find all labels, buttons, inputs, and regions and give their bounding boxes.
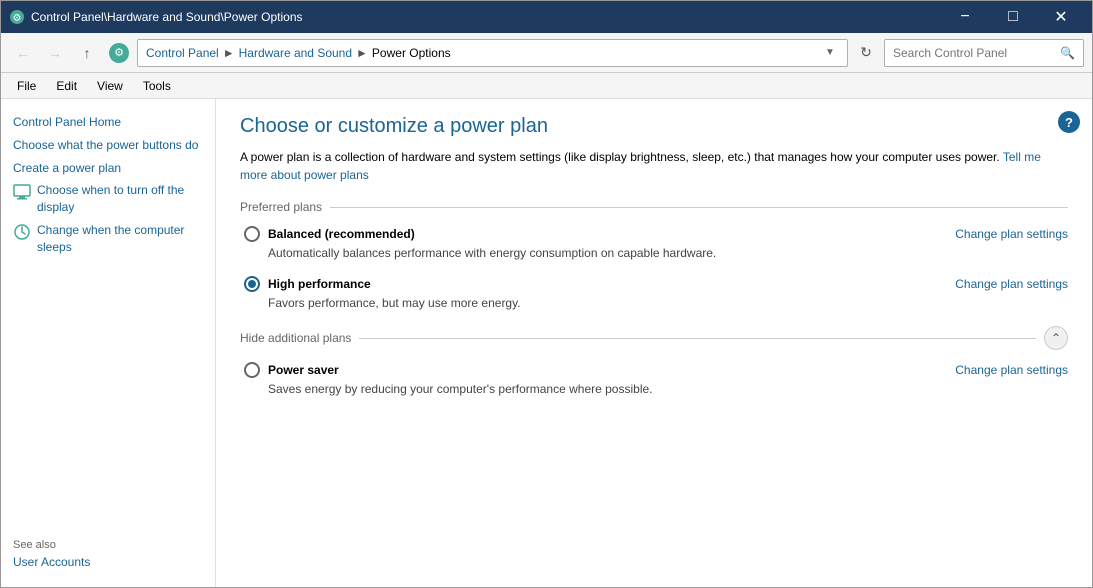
plan-high-left: High performance — [244, 276, 371, 292]
search-icon: 🔍 — [1060, 46, 1075, 60]
change-balanced-link[interactable]: Change plan settings — [955, 227, 1068, 241]
minimize-button[interactable]: − — [942, 1, 988, 33]
search-box: 🔍 — [884, 39, 1084, 67]
sidebar-link-label: Choose when to turn off the display — [37, 182, 203, 216]
address-bar: ← → ↑ ⚙ Control Panel ► Hardware and Sou… — [1, 33, 1092, 73]
refresh-button[interactable]: ↻ — [852, 39, 880, 67]
menu-bar: File Edit View Tools — [1, 73, 1092, 99]
location-icon: ⚙ — [109, 43, 129, 63]
up-button[interactable]: ↑ — [73, 39, 101, 67]
svg-text:⚙: ⚙ — [13, 13, 22, 24]
close-button[interactable]: ✕ — [1038, 1, 1084, 33]
menu-edit[interactable]: Edit — [48, 77, 85, 95]
plan-high-header: High performance Change plan settings — [244, 276, 1068, 292]
maximize-button[interactable]: □ — [990, 1, 1036, 33]
menu-tools[interactable]: Tools — [135, 77, 179, 95]
menu-view[interactable]: View — [89, 77, 131, 95]
radio-power-saver[interactable] — [244, 362, 260, 378]
window: ⚙ Control Panel\Hardware and Sound\Power… — [0, 0, 1093, 588]
sidebar-link-label: Change when the computer sleeps — [37, 222, 203, 256]
breadcrumb-sep-2: ► — [356, 46, 368, 60]
plan-high-desc: Favors performance, but may use more ene… — [268, 296, 1068, 310]
window-icon: ⚙ — [9, 9, 25, 25]
help-button[interactable]: ? — [1058, 111, 1080, 133]
plan-saver-left: Power saver — [244, 362, 339, 378]
main-content: Control Panel Home Choose what the power… — [1, 99, 1092, 587]
hide-plans-header: Hide additional plans ⌃ — [240, 326, 1068, 350]
sidebar-control-panel-home[interactable]: Control Panel Home — [1, 111, 215, 134]
sidebar-when-sleeps[interactable]: Change when the computer sleeps — [1, 219, 215, 259]
sidebar-link-label: Control Panel Home — [13, 114, 121, 131]
see-also-title: See also — [13, 539, 203, 551]
breadcrumb-sep-1: ► — [223, 46, 235, 60]
page-title: Choose or customize a power plan — [240, 115, 1068, 138]
preferred-plans-line — [330, 207, 1068, 208]
see-also-user-accounts[interactable]: User Accounts — [13, 555, 203, 569]
back-button[interactable]: ← — [9, 39, 37, 67]
breadcrumb-current: Power Options — [372, 46, 451, 60]
plan-balanced-left: Balanced (recommended) — [244, 226, 415, 242]
change-high-link[interactable]: Change plan settings — [955, 277, 1068, 291]
breadcrumb-section[interactable]: Hardware and Sound — [239, 46, 352, 60]
sidebar-power-buttons[interactable]: Choose what the power buttons do — [1, 134, 215, 157]
sleep-icon — [13, 223, 31, 241]
preferred-plans-header: Preferred plans — [240, 200, 1068, 214]
hide-plans-toggle[interactable]: ⌃ — [1044, 326, 1068, 350]
change-saver-link[interactable]: Change plan settings — [955, 363, 1068, 377]
page-description: A power plan is a collection of hardware… — [240, 148, 1068, 184]
plan-balanced-header: Balanced (recommended) Change plan setti… — [244, 226, 1068, 242]
display-icon — [13, 183, 31, 201]
plan-high-name: High performance — [268, 277, 371, 291]
sidebar-link-label: Choose what the power buttons do — [13, 137, 198, 154]
plan-saver-header: Power saver Change plan settings — [244, 362, 1068, 378]
plan-balanced: Balanced (recommended) Change plan setti… — [240, 226, 1068, 260]
radio-balanced[interactable] — [244, 226, 260, 242]
plan-power-saver: Power saver Change plan settings Saves e… — [240, 362, 1068, 396]
breadcrumb: Control Panel ► Hardware and Sound ► Pow… — [137, 39, 848, 67]
preferred-plans-label: Preferred plans — [240, 200, 322, 214]
menu-file[interactable]: File — [9, 77, 44, 95]
plan-high-performance: High performance Change plan settings Fa… — [240, 276, 1068, 310]
radio-high-performance[interactable] — [244, 276, 260, 292]
breadcrumb-dropdown-button[interactable]: ▼ — [821, 44, 839, 62]
breadcrumb-home[interactable]: Control Panel — [146, 46, 219, 60]
sidebar-create-plan[interactable]: Create a power plan — [1, 157, 215, 180]
content-area: ? Choose or customize a power plan A pow… — [216, 99, 1092, 587]
forward-button[interactable]: → — [41, 39, 69, 67]
sidebar-turn-off-display[interactable]: Choose when to turn off the display — [1, 179, 215, 219]
sidebar-link-label: Create a power plan — [13, 160, 121, 177]
title-bar: ⚙ Control Panel\Hardware and Sound\Power… — [1, 1, 1092, 33]
window-controls: − □ ✕ — [942, 1, 1084, 33]
plan-balanced-desc: Automatically balances performance with … — [268, 246, 1068, 260]
see-also-section: See also User Accounts — [1, 539, 215, 569]
hide-plans-label: Hide additional plans — [240, 331, 351, 345]
sidebar: Control Panel Home Choose what the power… — [1, 99, 216, 587]
window-title: Control Panel\Hardware and Sound\Power O… — [31, 10, 942, 24]
plan-saver-desc: Saves energy by reducing your computer's… — [268, 382, 1068, 396]
plan-saver-name: Power saver — [268, 363, 339, 377]
plan-balanced-name: Balanced (recommended) — [268, 227, 415, 241]
hide-plans-line — [359, 338, 1036, 339]
search-input[interactable] — [893, 46, 1056, 60]
